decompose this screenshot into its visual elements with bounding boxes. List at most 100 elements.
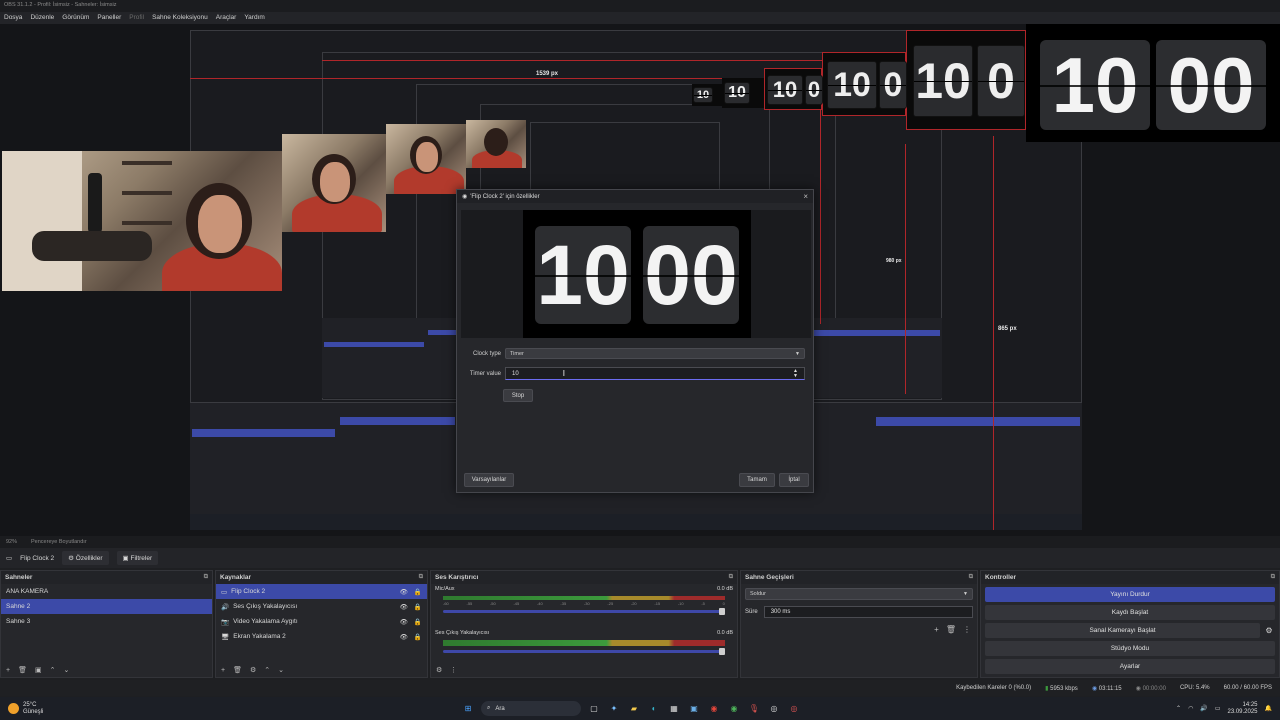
source-item[interactable]: 📷 Video Yakalama Aygıtı 👁 🔒	[216, 614, 427, 629]
trash-icon[interactable]: 🗑	[18, 666, 27, 674]
lock-icon[interactable]: 🔒	[414, 633, 422, 641]
chevron-down-icon: ▼	[795, 350, 800, 357]
audio-mixer-dock: Ses Karıştırıcı ⧉ Mic/Aux 0.0 dB -60 -55 -50…	[430, 570, 738, 678]
start-recording-button[interactable]: Kaydı Başlat	[985, 605, 1275, 620]
chevron-up-icon[interactable]: ⌃	[1176, 705, 1181, 712]
source-item[interactable]: 🔊 Ses Çıkış Yakalayıcısı 👁 🔒	[216, 599, 427, 614]
dropped-frames: Kaybedilen Kareler 0 (%0.0)	[956, 685, 1032, 691]
scene-item[interactable]: ANA KAMERA	[1, 584, 212, 599]
eye-icon[interactable]: 👁	[400, 588, 408, 596]
more-options-icon[interactable]: ⋮	[450, 666, 457, 674]
dock-float-icon[interactable]: ⧉	[729, 574, 733, 581]
ok-button[interactable]: Tamam	[739, 473, 775, 487]
lock-icon[interactable]: 🔒	[414, 618, 422, 626]
clock[interactable]: 14:25 23.09.2025	[1227, 702, 1257, 716]
source-item[interactable]: 🖥 Ekran Yakalama 2 👁 🔒	[216, 629, 427, 644]
add-icon[interactable]: +	[6, 667, 10, 674]
move-down-icon[interactable]: ⌄	[63, 666, 69, 674]
move-up-icon[interactable]: ⌃	[50, 666, 56, 674]
eye-icon[interactable]: 👁	[400, 633, 408, 641]
volume-icon[interactable]: 🔊	[1200, 705, 1207, 712]
store-icon[interactable]: ▦	[667, 702, 681, 716]
spin-arrows-icon[interactable]: ▲ ▼	[793, 368, 798, 379]
more-options-icon[interactable]: ⋮	[963, 625, 971, 634]
menu-view[interactable]: Görünüm	[62, 14, 89, 22]
properties-button[interactable]: ⚙ Özellikler	[62, 551, 109, 565]
scale-tick: -50	[489, 601, 496, 606]
transition-type-select[interactable]: Soldur ▼	[745, 588, 973, 600]
webcam-capture-main	[2, 151, 282, 291]
mirror-digit: 10	[827, 61, 877, 109]
volume-slider[interactable]	[443, 608, 725, 615]
edge-icon[interactable]: ◐	[647, 702, 661, 716]
timer-value-input[interactable]: 10 I ▲ ▼	[505, 367, 805, 380]
mic-icon[interactable]: 🎙	[747, 702, 761, 716]
studio-mode-button[interactable]: Stüdyo Modu	[985, 641, 1275, 656]
flip-clock-mirror-2: 10 0	[822, 52, 907, 116]
menu-file[interactable]: Dosya	[4, 14, 22, 22]
filter-icon: ▣	[122, 555, 129, 562]
text-cursor-icon: I	[562, 369, 565, 378]
notification-icon[interactable]: 🔔	[1265, 705, 1272, 712]
weather-widget[interactable]: 25°C Güneşli	[0, 702, 200, 716]
cpu-usage: CPU: 5.4%	[1179, 685, 1210, 691]
menu-help[interactable]: Yardım	[244, 14, 264, 22]
chevron-down-icon: ▼	[963, 591, 968, 597]
settings-button[interactable]: Ayarlar	[985, 659, 1275, 674]
obs-taskbar-icon[interactable]: ◎	[767, 702, 781, 716]
filters-button[interactable]: ▣ Filtreler	[116, 551, 159, 565]
taskbar-search[interactable]: ⌕ Ara	[481, 701, 581, 716]
chrome-icon[interactable]: ◉	[707, 702, 721, 716]
battery-icon[interactable]: ▭	[1215, 705, 1221, 712]
gear-icon[interactable]: ⚙	[1263, 626, 1275, 635]
file-explorer-icon[interactable]: ▰	[627, 702, 641, 716]
windows-start-icon[interactable]: ⊞	[461, 702, 475, 716]
scene-item-selected[interactable]: Sahne 2	[1, 599, 212, 614]
duration-input[interactable]: 300 ms	[763, 606, 973, 618]
chrome-alt-icon[interactable]: ◉	[727, 702, 741, 716]
fit-mode[interactable]: Pencereye Boyutlandır	[31, 539, 87, 545]
clock-type-select[interactable]: Timer ▼	[505, 348, 805, 359]
task-view-icon[interactable]: ▢	[587, 702, 601, 716]
dock-float-icon[interactable]: ⧉	[969, 574, 973, 581]
dock-float-icon[interactable]: ⧉	[419, 574, 423, 581]
wifi-icon[interactable]: ◠	[1188, 705, 1193, 712]
photos-icon[interactable]: ▣	[687, 702, 701, 716]
scene-item[interactable]: Sahne 3	[1, 614, 212, 629]
move-down-icon[interactable]: ⌄	[278, 666, 284, 674]
zoom-level[interactable]: 92%	[6, 539, 17, 545]
eye-icon[interactable]: 👁	[400, 603, 408, 611]
scale-tick: 0	[722, 601, 725, 606]
search-placeholder: Ara	[495, 705, 505, 712]
trash-icon[interactable]: 🗑	[946, 625, 956, 634]
eye-icon[interactable]: 👁	[400, 618, 408, 626]
cancel-button[interactable]: İptal	[779, 473, 809, 487]
menu-tools[interactable]: Araçlar	[216, 14, 237, 22]
menu-profile[interactable]: Profil	[129, 14, 144, 22]
lock-icon[interactable]: 🔒	[414, 603, 422, 611]
close-icon[interactable]: ×	[803, 192, 808, 201]
trash-icon[interactable]: 🗑	[233, 666, 242, 674]
menu-scene-collection[interactable]: Sahne Koleksiyonu	[152, 14, 208, 22]
source-item-selected[interactable]: ▭ Flip Clock 2 👁 🔒	[216, 584, 427, 599]
start-virtual-camera-button[interactable]: Sanal Kamerayı Başlat	[985, 623, 1260, 638]
lock-icon[interactable]: 🔒	[414, 588, 422, 596]
advanced-audio-icon[interactable]: ⚙	[436, 666, 442, 674]
volume-slider[interactable]	[443, 648, 725, 655]
copilot-icon[interactable]: ✦	[607, 702, 621, 716]
stop-button[interactable]: Stop	[503, 389, 533, 402]
menu-docks[interactable]: Paneller	[97, 14, 121, 22]
defaults-button[interactable]: Varsayılanlar	[464, 473, 514, 487]
add-icon[interactable]: +	[221, 667, 225, 674]
stop-streaming-button[interactable]: Yayını Durdur	[985, 587, 1275, 602]
move-up-icon[interactable]: ⌃	[264, 666, 270, 674]
dock-float-icon[interactable]: ⧉	[204, 574, 208, 581]
scene-filter-icon[interactable]: ▣	[35, 666, 42, 674]
menu-edit[interactable]: Düzenle	[30, 14, 54, 22]
obs-active-icon[interactable]: ◎	[787, 702, 801, 716]
guide-line-right	[993, 136, 994, 530]
add-icon[interactable]: +	[934, 625, 939, 634]
drum-kit-silhouette	[32, 231, 152, 261]
gear-icon[interactable]: ⚙	[250, 666, 256, 674]
dock-float-icon[interactable]: ⧉	[1271, 574, 1275, 581]
